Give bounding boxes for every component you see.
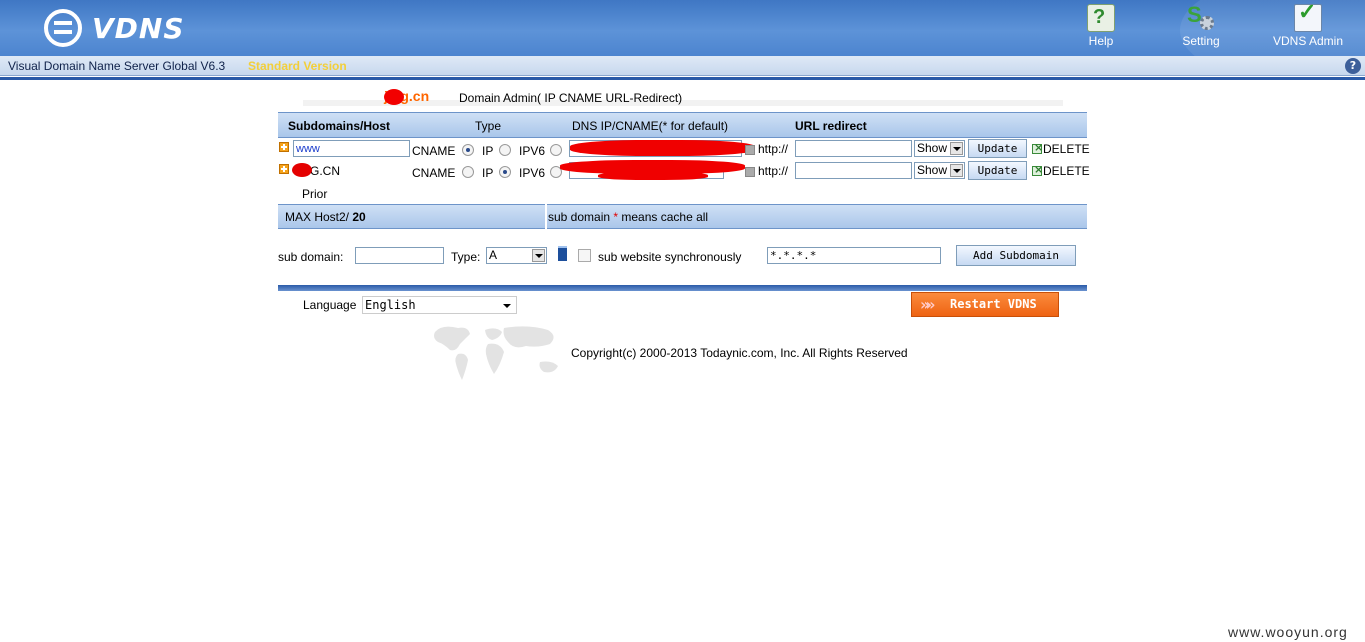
type-label: Type: xyxy=(451,250,481,264)
vdns-logo: VDNS xyxy=(44,9,185,47)
redaction-mark xyxy=(384,89,404,105)
cache-note-prefix: sub domain xyxy=(548,210,614,224)
version-edition: Standard Version xyxy=(248,59,347,73)
redaction-mark xyxy=(570,140,755,156)
url-redirect-input[interactable] xyxy=(795,140,912,157)
version-title: Visual Domain Name Server Global V6.3 xyxy=(8,59,226,73)
copyright-text: Copyright(c) 2000-2013 Todaynic.com, Inc… xyxy=(571,346,908,360)
nav-setting-label: Setting xyxy=(1182,34,1220,48)
language-value: English xyxy=(365,298,416,312)
header-divider xyxy=(0,77,1365,80)
expand-plus-icon[interactable] xyxy=(279,164,289,174)
show-select-value: Show xyxy=(917,163,948,177)
expand-plus-icon[interactable] xyxy=(279,142,289,152)
table-row: JMG.CN CNAME IP IPV6 http:// Show Update… xyxy=(278,160,1090,182)
restart-vdns-button[interactable]: »» Restart VDNS xyxy=(911,292,1059,317)
chevron-down-icon xyxy=(532,249,545,262)
show-select[interactable]: Show xyxy=(914,162,965,179)
delete-icon[interactable] xyxy=(1032,163,1043,176)
http-prefix: http:// xyxy=(758,142,789,156)
http-prefix: http:// xyxy=(758,164,789,178)
language-label: Language xyxy=(303,298,357,312)
settings-gear-icon: S xyxy=(1187,2,1215,32)
type-cname-label: CNAME xyxy=(412,144,456,158)
logo-mark-icon xyxy=(44,9,82,47)
header-dns: DNS IP/CNAME(* for default) xyxy=(572,119,729,133)
wildcard-input[interactable] xyxy=(767,247,941,264)
sub-domain-input[interactable] xyxy=(355,247,444,264)
type-ipv6-label: IPV6 xyxy=(519,166,546,180)
update-button[interactable]: Update xyxy=(968,139,1027,158)
show-select-value: Show xyxy=(917,141,948,155)
host-input[interactable] xyxy=(293,140,410,157)
logo-text: VDNS xyxy=(92,11,185,45)
delete-link[interactable]: DELETE xyxy=(1043,164,1090,178)
chevron-down-icon xyxy=(950,164,963,177)
radio-ip[interactable] xyxy=(499,166,511,178)
url-redirect-input[interactable] xyxy=(795,162,912,179)
cache-note-suffix: means cache all xyxy=(618,210,709,224)
sub-domain-label: sub domain: xyxy=(278,250,344,264)
redirect-checkbox[interactable] xyxy=(745,167,755,177)
max-host-value: 20 xyxy=(352,210,366,224)
record-type-select[interactable]: A xyxy=(486,247,547,264)
max-host-bar: MAX Host2/ 20 sub domain * means cache a… xyxy=(278,204,1087,229)
nav-help-button[interactable]: ? Help xyxy=(1061,4,1141,54)
restart-label: Restart VDNS xyxy=(950,297,1037,311)
redaction-mark xyxy=(598,172,708,180)
admin-checkmark-icon: ✓ xyxy=(1294,0,1322,32)
domain-admin-title: Domain Admin( IP CNAME URL-Redirect) xyxy=(459,91,683,105)
max-host-text: MAX Host2/ xyxy=(285,210,353,224)
radio-cname[interactable] xyxy=(462,166,474,178)
nav-help-label: Help xyxy=(1088,34,1114,48)
max-host-label: MAX Host2/ 20 xyxy=(285,210,366,224)
nav-admin-label: VDNS Admin xyxy=(1272,34,1344,48)
type-ip-label: IP xyxy=(482,166,494,180)
world-map-icon xyxy=(434,326,558,380)
type-ip-label: IP xyxy=(482,144,494,158)
cache-note: sub domain * means cache all xyxy=(548,210,708,224)
type-ipv6-label: IPV6 xyxy=(519,144,546,158)
radio-ip[interactable] xyxy=(499,144,511,156)
sync-label: sub website synchronously xyxy=(598,250,742,264)
update-button[interactable]: Update xyxy=(968,161,1027,180)
cache-note-panel: sub domain * means cache all xyxy=(547,204,1087,229)
delete-link[interactable]: DELETE xyxy=(1043,142,1090,156)
double-chevron-icon: »» xyxy=(920,295,935,314)
table-row: CNAME IP IPV6 http:// Show Update DELETE xyxy=(278,138,1090,160)
max-host-panel: MAX Host2/ 20 xyxy=(278,204,545,229)
redirect-checkbox[interactable] xyxy=(745,145,755,155)
nav-admin-button[interactable]: ✓ VDNS Admin xyxy=(1268,0,1348,54)
chevron-down-icon xyxy=(950,142,963,155)
radio-ipv6[interactable] xyxy=(550,144,562,156)
header-url-redirect: URL redirect xyxy=(795,119,867,133)
app-header: VDNS ? Help S Setting ✓ VDNS Admin xyxy=(0,0,1365,56)
prior-label: Prior xyxy=(302,187,328,201)
header-subdomains: Subdomains/Host xyxy=(288,119,391,133)
language-select[interactable]: English xyxy=(362,296,517,314)
radio-cname[interactable] xyxy=(462,144,474,156)
help-circle-icon[interactable]: ? xyxy=(1345,58,1361,74)
records-table-header: Subdomains/Host Type DNS IP/CNAME(* for … xyxy=(278,112,1087,138)
nav-setting-button[interactable]: S Setting xyxy=(1161,2,1241,54)
redaction-mark xyxy=(292,163,312,177)
version-bar: Visual Domain Name Server Global V6.3 St… xyxy=(0,56,1365,76)
show-select[interactable]: Show xyxy=(914,140,965,157)
header-type: Type xyxy=(475,119,502,133)
watermark: www.wooyun.org xyxy=(1228,624,1348,640)
server-icon xyxy=(558,246,567,261)
sync-checkbox[interactable] xyxy=(578,249,591,262)
add-subdomain-form: sub domain: Type: A sub website synchron… xyxy=(278,244,1087,268)
type-cname-label: CNAME xyxy=(412,166,456,180)
delete-icon[interactable] xyxy=(1032,141,1043,154)
help-icon: ? xyxy=(1087,4,1115,32)
add-subdomain-button[interactable]: Add Subdomain xyxy=(956,245,1076,266)
record-type-value: A xyxy=(489,248,498,262)
footer-divider xyxy=(278,285,1087,291)
